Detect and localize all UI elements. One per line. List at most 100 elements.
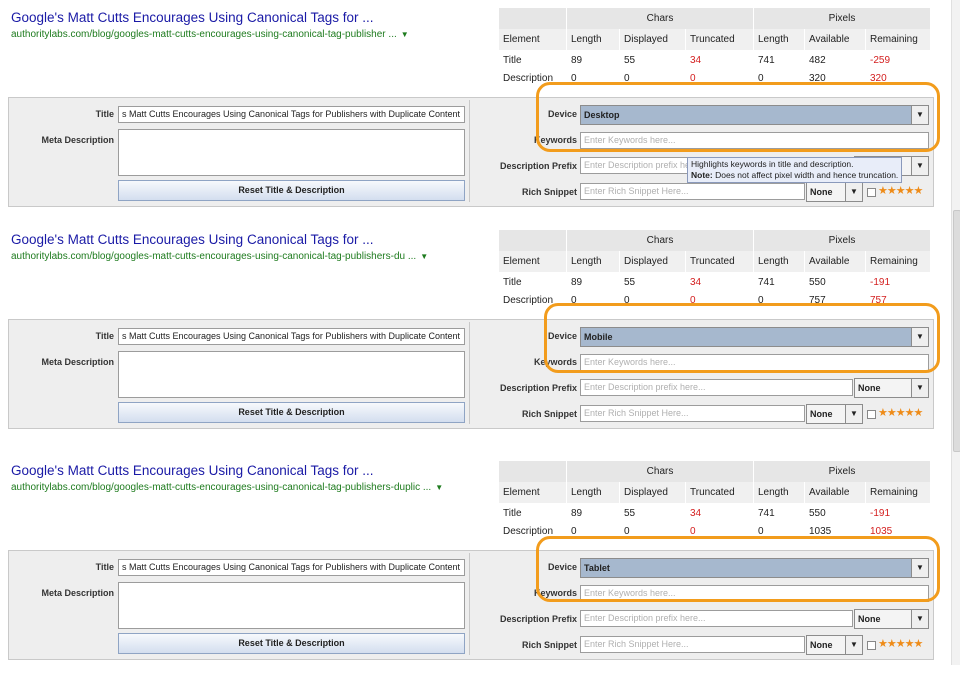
serp-result-title[interactable]: Google's Matt Cutts Encourages Using Can… bbox=[11, 232, 374, 247]
chars-header: Chars bbox=[566, 8, 754, 29]
meta-description-label: Meta Description bbox=[41, 357, 114, 367]
pixels-header: Pixels bbox=[753, 230, 931, 251]
serp-result-url: authoritylabs.com/blog/googles-matt-cutt… bbox=[11, 482, 443, 493]
prefix-select-value: None bbox=[858, 614, 881, 624]
rich-snippet-select[interactable]: None ▼ bbox=[806, 635, 863, 655]
serp-url-text: authoritylabs.com/blog/googles-matt-cutt… bbox=[11, 29, 397, 40]
tooltip-line-2: Does not affect pixel width and hence tr… bbox=[712, 170, 899, 180]
col-truncated: Truncated bbox=[685, 482, 754, 503]
meta-description-input[interactable] bbox=[118, 351, 465, 398]
reset-button[interactable]: Reset Title & Description bbox=[118, 633, 465, 654]
chevron-down-icon[interactable]: ▼ bbox=[845, 405, 862, 423]
title-px-available: 482 bbox=[804, 50, 866, 71]
prefix-select[interactable]: None ▼ bbox=[854, 378, 929, 398]
url-dropdown-icon[interactable]: ▼ bbox=[401, 30, 409, 39]
row-label: Title bbox=[499, 50, 567, 71]
prefix-input[interactable]: Enter Description prefix here... bbox=[580, 379, 853, 396]
url-dropdown-icon[interactable]: ▼ bbox=[435, 483, 443, 492]
serp-result-url: authoritylabs.com/blog/googles-matt-cutt… bbox=[11, 251, 428, 262]
col-element: Element bbox=[499, 251, 567, 272]
chevron-down-icon[interactable]: ▼ bbox=[845, 183, 862, 201]
tooltip-note-label: Note: bbox=[691, 170, 713, 180]
row-label: Title bbox=[499, 272, 567, 293]
rich-snippet-placeholder: Enter Rich Snippet Here... bbox=[584, 186, 689, 196]
col-px-length: Length bbox=[753, 251, 805, 272]
title-length: 89 bbox=[566, 50, 620, 71]
rich-snippet-label: Rich Snippet bbox=[521, 409, 577, 419]
title-input[interactable]: s Matt Cutts Encourages Using Canonical … bbox=[118, 328, 465, 345]
chevron-down-icon[interactable]: ▼ bbox=[845, 636, 862, 654]
title-input[interactable]: s Matt Cutts Encourages Using Canonical … bbox=[118, 559, 465, 576]
table-row: Title 89 55 34 741 550 -191 bbox=[499, 272, 931, 293]
prefix-select[interactable]: None ▼ bbox=[854, 609, 929, 629]
col-remaining: Remaining bbox=[865, 482, 931, 503]
prefix-placeholder: Enter Description prefix here... bbox=[584, 382, 706, 392]
col-truncated: Truncated bbox=[685, 29, 754, 50]
title-truncated: 34 bbox=[685, 50, 754, 71]
stats-table: Chars Pixels Element Length Displayed Tr… bbox=[499, 230, 931, 307]
stats-table: Chars Pixels Element Length Displayed Tr… bbox=[499, 8, 931, 85]
reset-button[interactable]: Reset Title & Description bbox=[118, 180, 465, 201]
scrollbar-thumb[interactable] bbox=[953, 210, 960, 452]
col-displayed: Displayed bbox=[619, 482, 686, 503]
serp-result-title[interactable]: Google's Matt Cutts Encourages Using Can… bbox=[11, 463, 374, 478]
col-length: Length bbox=[566, 482, 620, 503]
title-truncated: 34 bbox=[685, 503, 754, 524]
title-label: Title bbox=[95, 109, 114, 119]
editor-divider bbox=[469, 553, 470, 655]
serp-result-url: authoritylabs.com/blog/googles-matt-cutt… bbox=[11, 29, 409, 40]
serp-url-text: authoritylabs.com/blog/googles-matt-cutt… bbox=[11, 482, 432, 493]
meta-description-label: Meta Description bbox=[41, 588, 114, 598]
pixels-header: Pixels bbox=[753, 8, 931, 29]
page-scrollbar[interactable] bbox=[951, 0, 960, 665]
title-px-remaining: -259 bbox=[865, 50, 931, 71]
star-rating-icon[interactable]: ★★★★★ bbox=[878, 406, 923, 419]
star-rating-icon[interactable]: ★★★★★ bbox=[878, 637, 923, 650]
col-available: Available bbox=[804, 29, 866, 50]
rating-checkbox[interactable] bbox=[867, 188, 876, 197]
tooltip-line-1: Highlights keywords in title and descrip… bbox=[691, 159, 854, 169]
chevron-down-icon[interactable]: ▼ bbox=[911, 379, 928, 397]
rich-select-value: None bbox=[810, 640, 833, 650]
prefix-label: Description Prefix bbox=[499, 383, 577, 393]
col-element: Element bbox=[499, 29, 567, 50]
title-truncated: 34 bbox=[685, 272, 754, 293]
rich-snippet-select[interactable]: None ▼ bbox=[806, 404, 863, 424]
pixels-header: Pixels bbox=[753, 461, 931, 482]
meta-description-input[interactable] bbox=[118, 129, 465, 176]
col-remaining: Remaining bbox=[865, 251, 931, 272]
serp-preview-panel: Google's Matt Cutts Encourages Using Can… bbox=[0, 8, 960, 230]
meta-description-input[interactable] bbox=[118, 582, 465, 629]
chevron-down-icon[interactable]: ▼ bbox=[911, 610, 928, 628]
prefix-select-value: None bbox=[858, 383, 881, 393]
star-rating-icon[interactable]: ★★★★★ bbox=[878, 184, 923, 197]
row-label: Title bbox=[499, 503, 567, 524]
rich-select-value: None bbox=[810, 409, 833, 419]
title-displayed: 55 bbox=[619, 272, 686, 293]
serp-result-title[interactable]: Google's Matt Cutts Encourages Using Can… bbox=[11, 10, 374, 25]
title-px-length: 741 bbox=[753, 503, 805, 524]
title-px-length: 741 bbox=[753, 272, 805, 293]
reset-button[interactable]: Reset Title & Description bbox=[118, 402, 465, 423]
editor-divider bbox=[469, 100, 470, 202]
rich-snippet-input[interactable]: Enter Rich Snippet Here... bbox=[580, 405, 805, 422]
prefix-input[interactable]: Enter Description prefix here... bbox=[580, 610, 853, 627]
title-label: Title bbox=[95, 562, 114, 572]
url-dropdown-icon[interactable]: ▼ bbox=[420, 252, 428, 261]
rating-checkbox[interactable] bbox=[867, 410, 876, 419]
col-displayed: Displayed bbox=[619, 29, 686, 50]
table-row: Title 89 55 34 741 482 -259 bbox=[499, 50, 931, 71]
title-length: 89 bbox=[566, 503, 620, 524]
title-px-remaining: -191 bbox=[865, 272, 931, 293]
title-input[interactable]: s Matt Cutts Encourages Using Canonical … bbox=[118, 106, 465, 123]
rich-snippet-select[interactable]: None ▼ bbox=[806, 182, 863, 202]
rating-checkbox[interactable] bbox=[867, 641, 876, 650]
rich-snippet-input[interactable]: Enter Rich Snippet Here... bbox=[580, 636, 805, 653]
chars-header: Chars bbox=[566, 461, 754, 482]
col-element: Element bbox=[499, 482, 567, 503]
prefix-placeholder: Enter Description prefix here... bbox=[584, 613, 706, 623]
highlight-outline bbox=[536, 536, 940, 602]
rich-snippet-input[interactable]: Enter Rich Snippet Here... bbox=[580, 183, 805, 200]
highlight-outline bbox=[536, 82, 940, 152]
chevron-down-icon[interactable]: ▼ bbox=[911, 157, 928, 175]
